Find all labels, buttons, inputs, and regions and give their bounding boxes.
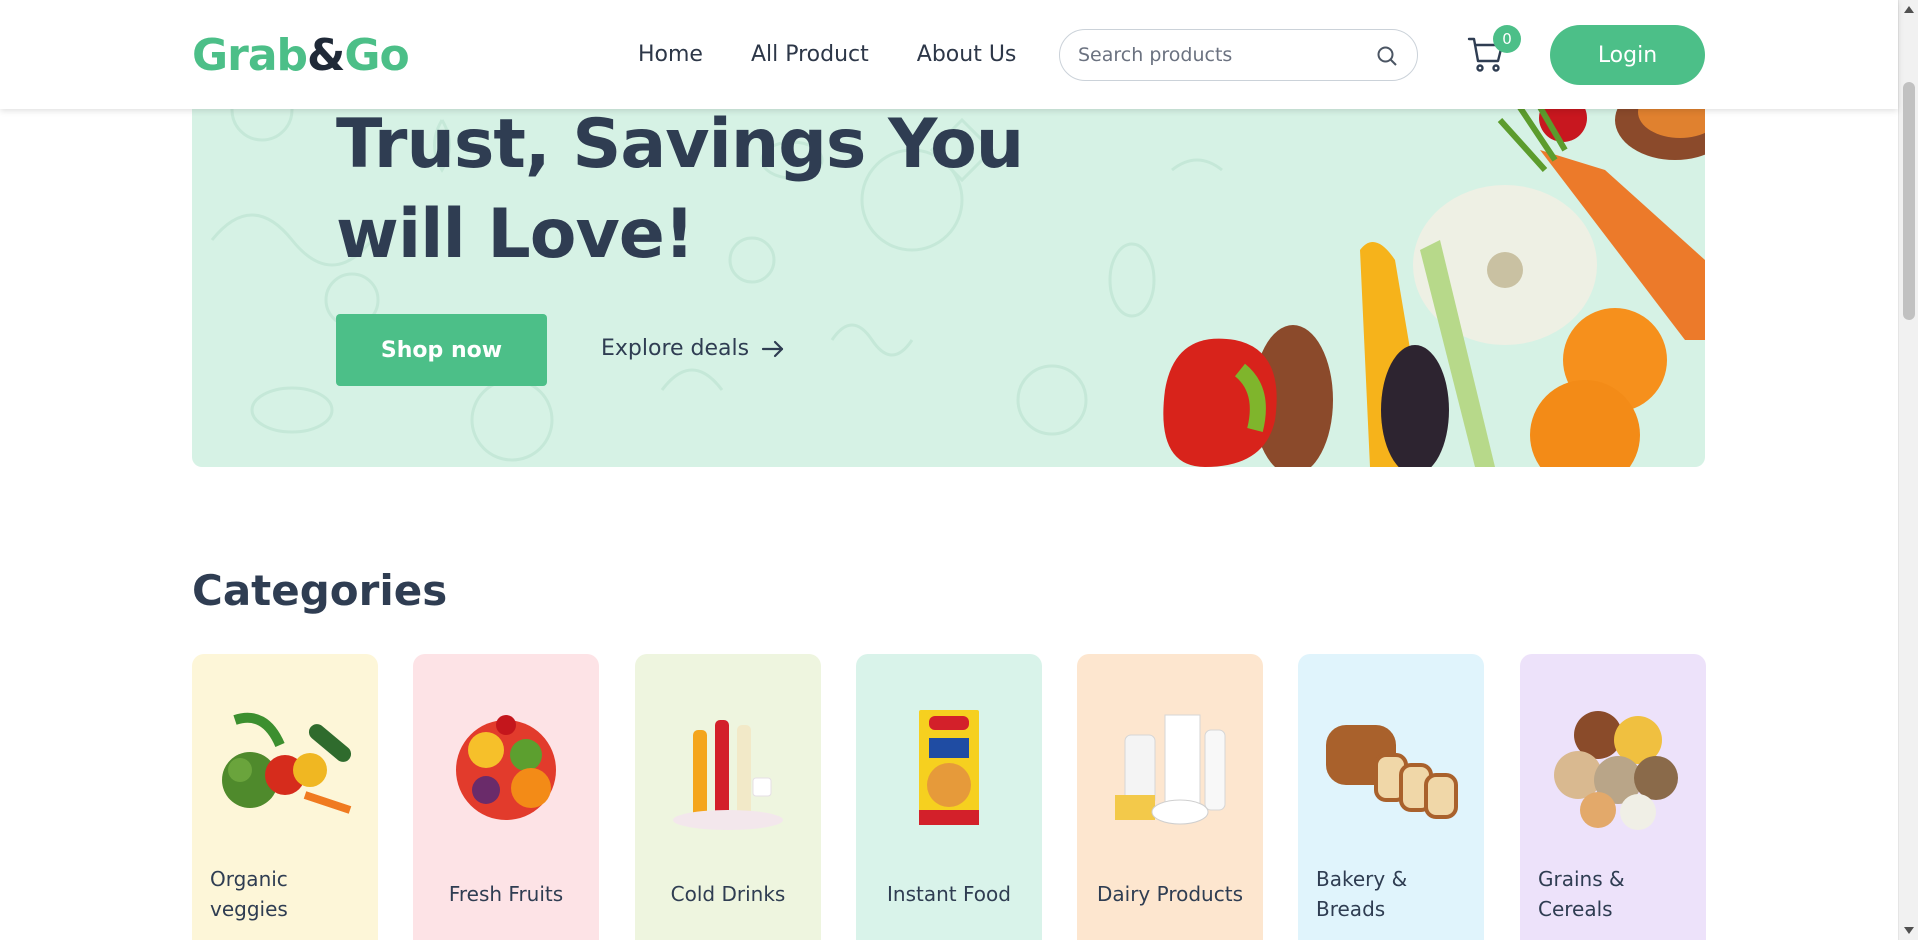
dairy-image: [1115, 714, 1226, 825]
main-nav: Home All Product About Us: [638, 42, 1016, 67]
bread-image: [1326, 725, 1458, 819]
shop-now-button[interactable]: Shop now: [336, 314, 547, 386]
logo[interactable]: Grab&Go: [192, 30, 410, 81]
category-label: Grains & Cereals: [1538, 867, 1625, 921]
scrollbar-thumb[interactable]: [1903, 82, 1915, 320]
hero-title-line1: Trust, Savings You: [336, 105, 1024, 184]
category-card-instant-food[interactable]: Instant Food: [856, 654, 1042, 940]
category-card-dairy-products[interactable]: Dairy Products: [1077, 654, 1263, 940]
scroll-down-arrow-icon[interactable]: [1904, 927, 1914, 934]
page-scrollbar[interactable]: [1898, 0, 1918, 940]
arrow-right-icon: [762, 340, 784, 357]
fruits-image: [456, 715, 556, 820]
explore-deals-label: Explore deals: [601, 336, 750, 361]
grains-image: [1554, 711, 1678, 830]
category-card-bakery-breads[interactable]: Bakery & Breads: [1298, 654, 1484, 940]
category-card-fresh-fruits[interactable]: Fresh Fruits: [413, 654, 599, 940]
site-header: Grab&Go Home All Product About Us 0 Logi…: [0, 0, 1898, 109]
hero-title-line2: will Love!: [336, 195, 695, 274]
nav-about-us[interactable]: About Us: [917, 42, 1017, 67]
category-card-cold-drinks[interactable]: Cold Drinks: [635, 654, 821, 940]
hero-banner: Trust, Savings You will Love! Shop now E…: [192, 90, 1705, 467]
category-label: Cold Drinks: [670, 882, 786, 906]
explore-deals-link[interactable]: Explore deals: [601, 336, 785, 361]
cold-drinks-image: [673, 720, 783, 830]
search-icon[interactable]: [1375, 44, 1399, 68]
logo-text-go: Go: [344, 30, 409, 81]
search-box: [1059, 29, 1418, 81]
logo-text-grab: Grab: [192, 30, 308, 81]
category-label: Instant Food: [887, 882, 1011, 906]
instant-food-image: [919, 710, 979, 825]
vegetables-image: [222, 712, 352, 814]
cart-count-badge: 0: [1493, 25, 1521, 53]
category-label: Organic veggies: [210, 867, 288, 921]
vegetables-hero-image: [1163, 90, 1705, 467]
categories-heading: Categories: [192, 566, 448, 615]
category-label: Fresh Fruits: [448, 882, 564, 906]
scroll-up-arrow-icon[interactable]: [1904, 6, 1914, 13]
nav-all-product[interactable]: All Product: [751, 42, 869, 67]
logo-ampersand: &: [307, 30, 345, 81]
login-button[interactable]: Login: [1550, 25, 1705, 85]
category-label: Bakery & Breads: [1316, 867, 1408, 921]
search-input[interactable]: [1078, 42, 1368, 68]
hero-title: Trust, Savings You will Love!: [336, 100, 1036, 280]
category-card-organic-veggies[interactable]: Organic veggies: [192, 654, 378, 940]
category-label: Dairy Products: [1097, 882, 1243, 906]
nav-home[interactable]: Home: [638, 42, 703, 67]
category-card-grains-cereals[interactable]: Grains & Cereals: [1520, 654, 1706, 940]
